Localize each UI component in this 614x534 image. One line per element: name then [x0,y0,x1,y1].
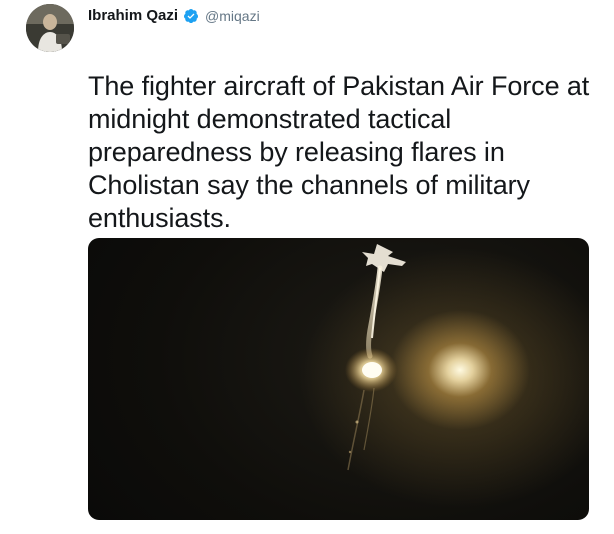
verified-badge-icon [183,8,199,24]
avatar[interactable] [26,4,74,52]
tweet-media[interactable] [88,238,589,520]
tweet-card: Ibrahim Qazi @miqazi The fighter aircraf… [0,0,614,534]
tweet-text: The fighter aircraft of Pakistan Air For… [88,71,590,233]
night-sky-aircraft-flares-icon [345,244,406,471]
user-handle[interactable]: @miqazi [205,6,260,26]
display-name[interactable]: Ibrahim Qazi [88,6,178,26]
tweet-header: Ibrahim Qazi @miqazi [88,6,260,26]
profile-photo-icon [26,4,74,52]
